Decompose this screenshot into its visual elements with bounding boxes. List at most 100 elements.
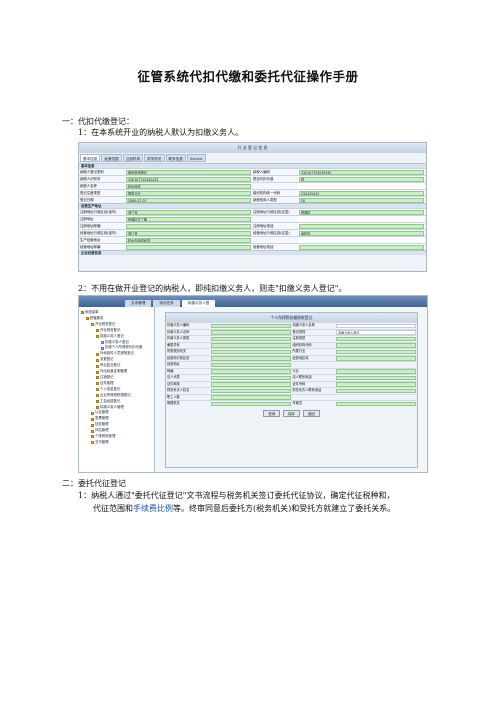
field-label: 是否代扣代缴 xyxy=(252,176,298,182)
field-cell: 330107703030930 xyxy=(298,169,425,175)
field-input[interactable]: 杭州测试 xyxy=(126,183,251,189)
folder-icon xyxy=(96,329,99,333)
form-row: 经营地址行政区划(省市) 浙江省 经营地址行政区划(区县) 余杭区 xyxy=(79,229,426,236)
field-input[interactable] xyxy=(336,369,416,374)
field-input[interactable]: 232432432 xyxy=(299,190,424,196)
field-label: 扣缴义务人类型 xyxy=(167,336,190,340)
registration-form-screenshot: 开 业 登 记 信 息 基本信息 经营范围 注册机构 财务机关 联系信息 Submit 基… xyxy=(78,142,427,272)
field-input[interactable] xyxy=(210,343,291,348)
form-row: 管理机关 专管员 xyxy=(166,400,417,407)
field-label: 经营地址邮编 xyxy=(79,244,125,250)
field-input[interactable] xyxy=(336,323,416,328)
field-input[interactable] xyxy=(210,382,291,387)
field-cell xyxy=(125,223,252,229)
field-input[interactable] xyxy=(336,349,416,354)
field-input[interactable] xyxy=(336,375,416,380)
form-tab[interactable]: 经营范围 xyxy=(101,154,122,162)
field-input[interactable] xyxy=(299,223,424,229)
field-input[interactable] xyxy=(210,388,291,393)
form-row: 纳税人识别号 330107712342432 是否代扣代缴是 xyxy=(79,175,426,182)
field-label xyxy=(292,395,336,401)
field-cell xyxy=(210,343,292,349)
field-input[interactable] xyxy=(336,401,416,406)
field-input[interactable] xyxy=(210,356,291,361)
top-tab[interactable]: 扣缴义务人登 xyxy=(181,300,216,307)
field-label: 注册地址 xyxy=(79,216,125,222)
form-row: 所属税务机关 所属行业 xyxy=(166,348,417,355)
field-cell: 扣缴义务人登记 xyxy=(335,330,417,336)
form-row: 扣缴义务人编码 扣缴义务人名称 xyxy=(166,322,417,329)
form-tab[interactable]: 注册机构 xyxy=(122,154,144,162)
commission-rate-link[interactable]: 手续费比例 xyxy=(133,504,173,513)
field-input[interactable]: 杭州市余杭经济 xyxy=(126,237,251,243)
field-cell xyxy=(210,375,292,381)
form-tab[interactable]: 联系信息 xyxy=(165,154,186,162)
field-input[interactable]: 330107703030930 xyxy=(299,169,424,175)
field-input[interactable] xyxy=(210,369,291,374)
field-input[interactable] xyxy=(336,356,416,361)
field-input[interactable]: 国有企业 xyxy=(126,190,251,196)
form-tab[interactable]: 基本信息 xyxy=(80,154,101,162)
action-button[interactable]: 查询 xyxy=(263,409,281,417)
form-row: 注册地址行政区划(省市) 浙江省 注册地址行政区划(区县) 西湖区 xyxy=(79,208,426,215)
field-input[interactable]: 扣缴义务人登记 xyxy=(336,330,416,335)
field-label: 证件号码 xyxy=(292,381,306,386)
document-icon xyxy=(101,340,104,344)
field-label: 纳税人名称 xyxy=(79,183,125,189)
field-label: 经营地址行政区划(区县) xyxy=(252,230,298,236)
field-input[interactable] xyxy=(210,401,291,406)
field-cell xyxy=(210,336,292,342)
field-input[interactable] xyxy=(336,336,416,341)
field-label: 登记日期 xyxy=(79,197,125,203)
form-tab[interactable]: Submit xyxy=(186,154,206,162)
field-input[interactable]: 浙江省 xyxy=(126,230,251,236)
action-button[interactable]: 返回 xyxy=(302,409,320,417)
form-tab[interactable]: 财务机关 xyxy=(144,154,165,162)
field-input[interactable] xyxy=(210,349,291,354)
form-row: 证件种类 证件号码 xyxy=(166,380,417,388)
field-input[interactable] xyxy=(210,323,291,328)
field-label: 组织机构代码 xyxy=(292,342,312,347)
form-row: 登记注册类型 国有企业 组织机构统一代码 232432432 xyxy=(79,189,426,196)
field-label: 经营地区域 xyxy=(292,355,309,360)
field-label: 所属税务机关 xyxy=(167,349,187,353)
top-tab[interactable]: 文本管理 xyxy=(125,300,152,307)
field-input[interactable]: 20 xyxy=(299,197,424,203)
field-input[interactable] xyxy=(336,343,416,348)
field-input[interactable]: 浙江省 xyxy=(126,209,251,215)
field-input[interactable] xyxy=(210,330,291,335)
field-input[interactable]: 西湖区 xyxy=(299,209,424,215)
withholding-form-rows: 扣缴义务人编码 扣缴义务人名称 扣缴义务人名称 登记类别 扣缴义务人登记 扣缴义务人类型注… xyxy=(166,322,417,407)
field-input[interactable] xyxy=(336,382,416,387)
field-input[interactable]: 组织机构登记 xyxy=(126,169,251,175)
field-input[interactable] xyxy=(210,395,291,400)
field-label: 经营地行政区划 xyxy=(167,355,190,360)
field-input[interactable] xyxy=(336,388,416,393)
line2-rest: 等。终审同意后委托方(税务机关)和受托方就建立了委托关系。 xyxy=(173,504,396,513)
field-label: 纳税人编码 xyxy=(252,169,298,175)
field-input[interactable]: 330107712342432 xyxy=(126,176,251,182)
form-row: 经营地址 xyxy=(166,361,417,368)
field-label: 纳税人识别号 xyxy=(79,176,125,182)
field-input[interactable]: 2080-07-07 xyxy=(126,197,251,203)
tree-node[interactable]: 文书管理 xyxy=(79,440,154,446)
field-input[interactable] xyxy=(210,362,291,367)
field-input[interactable] xyxy=(299,244,424,250)
field-input[interactable] xyxy=(126,223,251,229)
section-business: 企业经营信息 xyxy=(79,250,426,255)
form-row: 经营地行政区划 经营地区域 xyxy=(166,354,417,362)
field-label: 扣缴义务人名称 xyxy=(292,323,315,327)
form-row: 注册地址邮编 注册地址电话 xyxy=(79,222,426,229)
field-input[interactable]: 余杭区 xyxy=(299,230,424,236)
form-row: 生产经营地址 杭州市余杭经济 xyxy=(79,236,426,243)
action-button[interactable]: 保存 xyxy=(283,409,300,417)
field-input[interactable] xyxy=(210,375,291,380)
top-tab[interactable]: 待办任务 xyxy=(153,300,180,307)
field-label: 管理机关 xyxy=(167,401,180,405)
field-input[interactable]: 西湖区文三路 xyxy=(126,216,251,222)
field-input[interactable]: 是 xyxy=(299,176,424,182)
field-input[interactable] xyxy=(210,336,291,341)
field-cell xyxy=(335,323,417,329)
folder-icon xyxy=(91,435,94,439)
field-input[interactable] xyxy=(126,244,251,250)
